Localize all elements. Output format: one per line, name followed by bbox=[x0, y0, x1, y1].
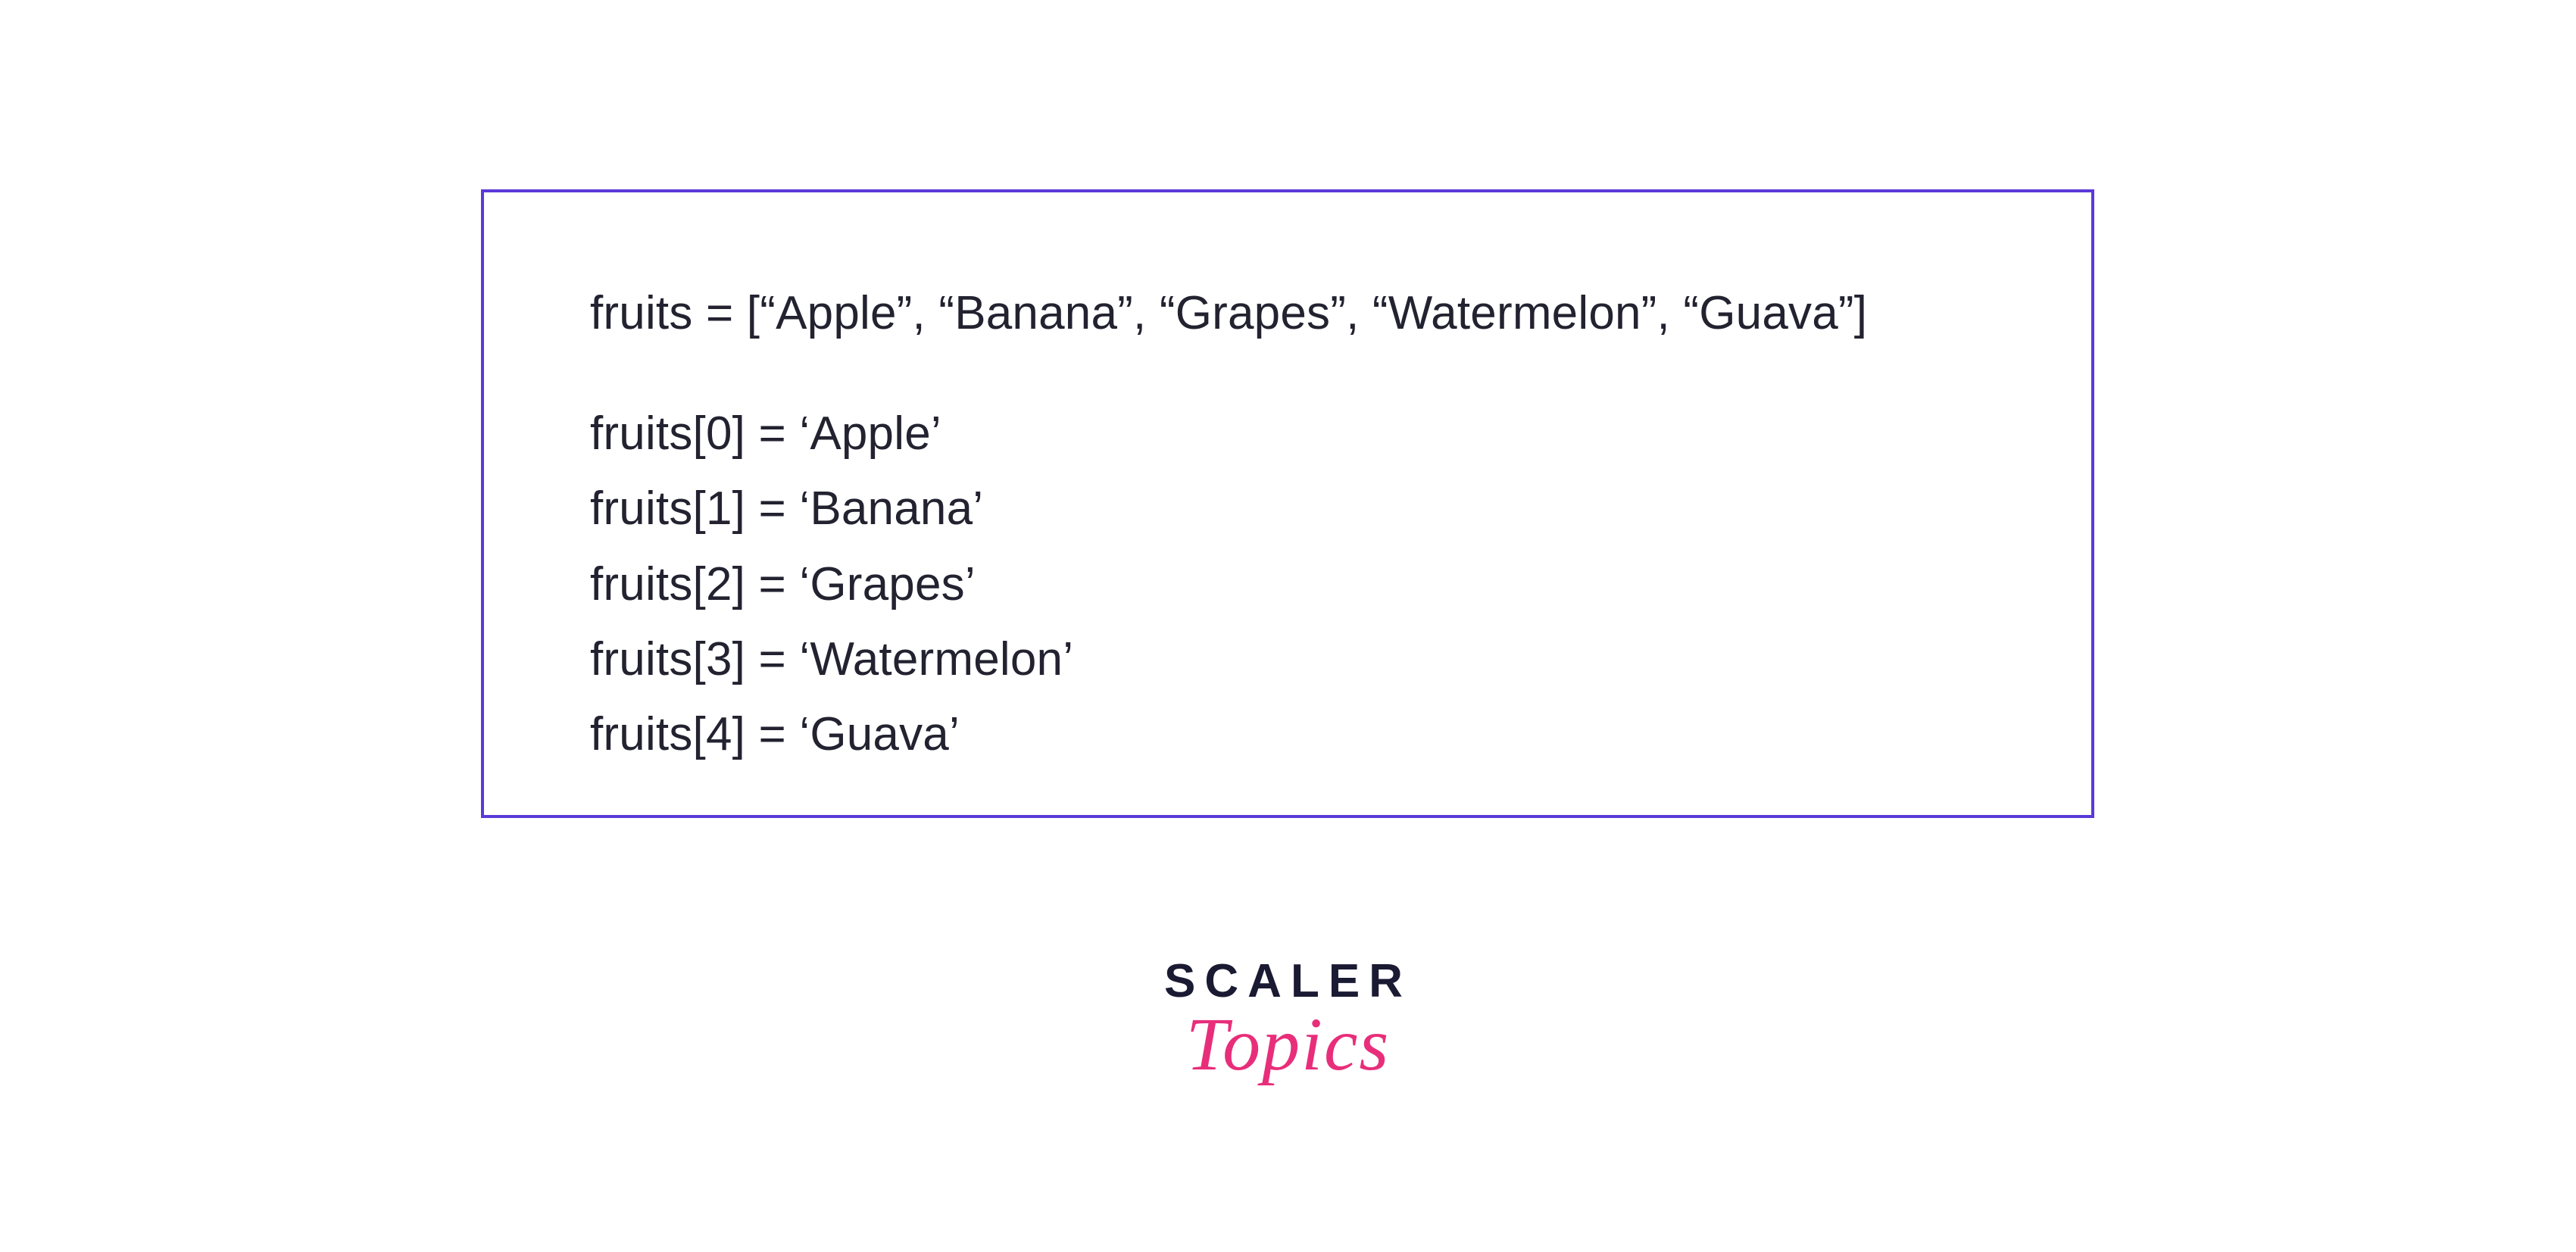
brand-logo: SCALER Topics bbox=[1164, 954, 1412, 1088]
code-line-3: fruits[3] = ‘Watermelon’ bbox=[590, 622, 2000, 697]
code-line-2: fruits[2] = ‘Grapes’ bbox=[590, 547, 2000, 622]
code-line-4: fruits[4] = ‘Guava’ bbox=[590, 697, 2000, 772]
blank-line bbox=[590, 351, 2000, 396]
code-line-1: fruits[1] = ‘Banana’ bbox=[590, 471, 2000, 546]
code-declaration: fruits = [“Apple”, “Banana”, “Grapes”, “… bbox=[590, 276, 2000, 351]
page-root: fruits = [“Apple”, “Banana”, “Grapes”, “… bbox=[0, 0, 2576, 1252]
code-line-0: fruits[0] = ‘Apple’ bbox=[590, 396, 2000, 471]
code-box: fruits = [“Apple”, “Banana”, “Grapes”, “… bbox=[481, 189, 2094, 818]
brand-logo-line2: Topics bbox=[1164, 1001, 1412, 1088]
